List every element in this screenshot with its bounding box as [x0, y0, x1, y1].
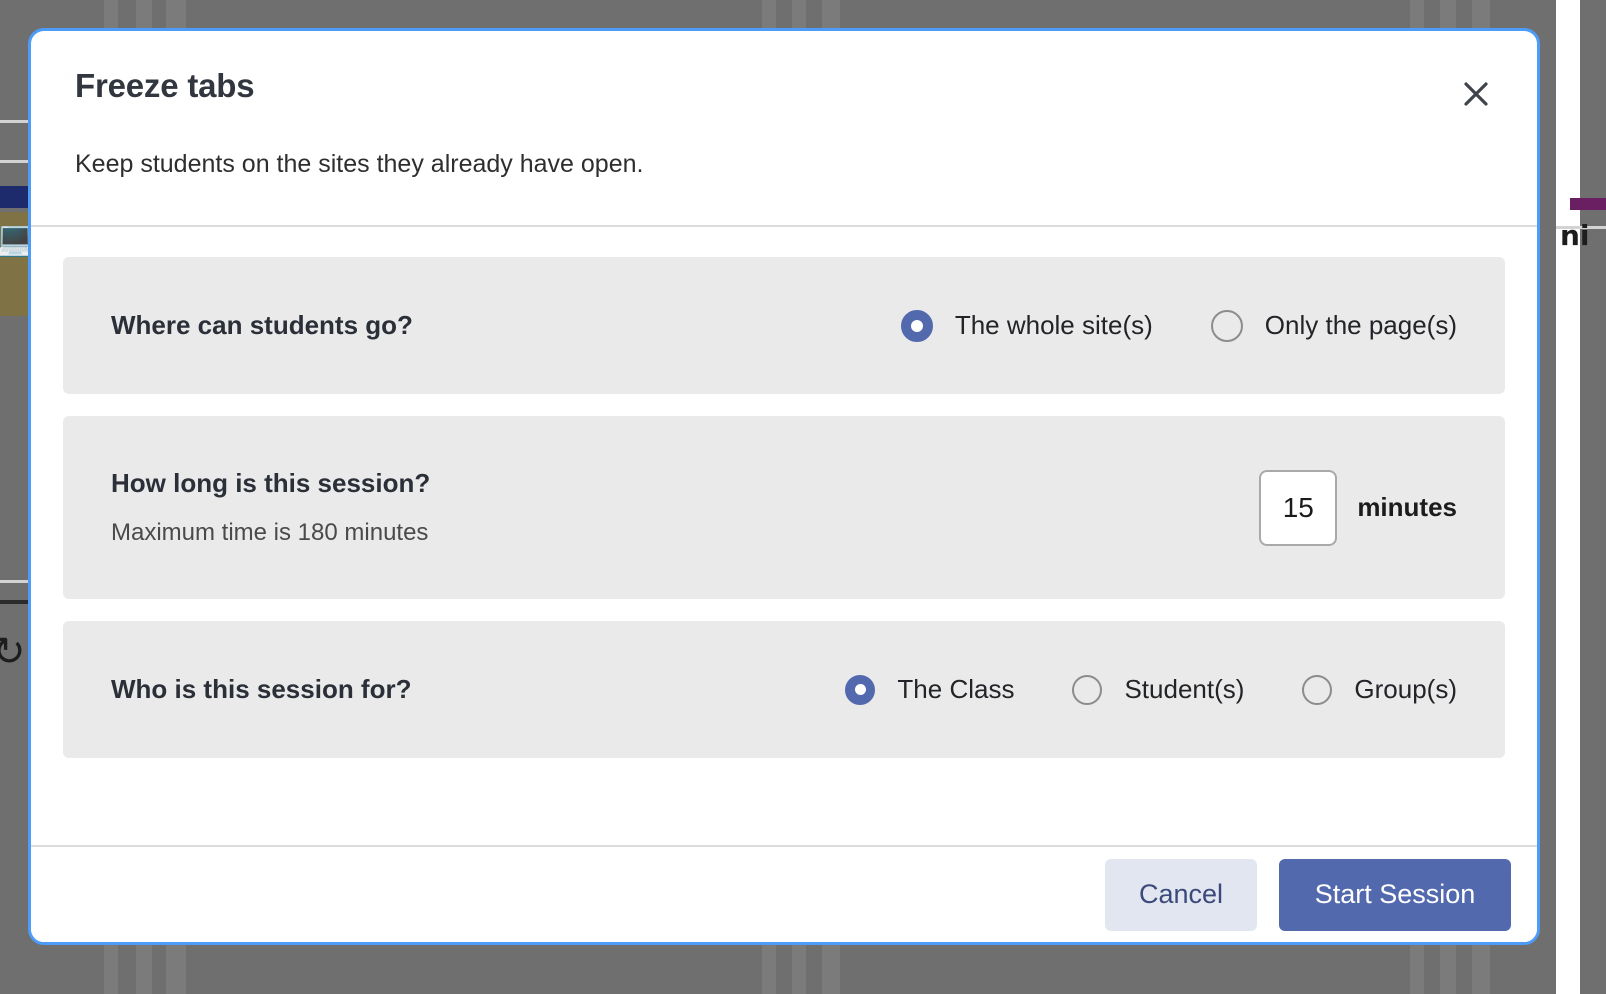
section-label: How long is this session? [111, 468, 431, 498]
radio-label: Only the page(s) [1264, 310, 1457, 340]
dialog-subtitle: Keep students on the sites they already … [75, 150, 644, 178]
radio-option-whole-sites[interactable]: The whole site(s) [900, 309, 1153, 342]
dialog-title: Freeze tabs [75, 67, 255, 104]
backdrop-rule [0, 600, 30, 604]
dialog-body: Where can students go? The whole site(s)… [31, 227, 1537, 758]
radio-indicator[interactable] [1210, 309, 1243, 342]
radio-label: Group(s) [1354, 674, 1457, 704]
radio-option-students[interactable]: Student(s) [1072, 674, 1244, 705]
backdrop-navy-band [0, 186, 30, 208]
cancel-button[interactable]: Cancel [1105, 858, 1257, 931]
close-button[interactable] [1455, 73, 1497, 115]
radio-indicator[interactable] [900, 309, 933, 342]
radio-group-scope: The whole site(s) Only the page(s) [900, 309, 1457, 342]
freeze-tabs-dialog: Freeze tabs Keep students on the sites t… [28, 28, 1540, 945]
backdrop-rule [0, 580, 30, 583]
radio-indicator[interactable] [1072, 674, 1103, 705]
duration-control: minutes [1259, 469, 1457, 546]
section-where-can-students-go: Where can students go? The whole site(s)… [63, 257, 1505, 394]
backdrop-rule [0, 120, 30, 123]
radio-option-groups[interactable]: Group(s) [1302, 674, 1457, 705]
radio-option-the-class[interactable]: The Class [845, 674, 1014, 705]
radio-option-only-pages[interactable]: Only the page(s) [1210, 309, 1457, 342]
close-icon [1462, 80, 1490, 108]
dialog-header: Freeze tabs Keep students on the sites t… [31, 31, 1537, 225]
backdrop-text-fragment: ni [1560, 219, 1590, 252]
radio-label: Student(s) [1124, 674, 1245, 704]
minutes-unit-label: minutes [1357, 492, 1457, 522]
radio-label: The whole site(s) [954, 310, 1153, 340]
section-label: Where can students go? [111, 310, 413, 340]
radio-indicator[interactable] [1302, 674, 1333, 705]
section-sublabel: Maximum time is 180 minutes [111, 519, 429, 546]
radio-group-audience: The Class Student(s) Group(s) [845, 674, 1457, 705]
backdrop-rule [0, 160, 30, 163]
section-label: Who is this session for? [111, 674, 412, 704]
backdrop-purple-band [1570, 198, 1606, 210]
section-session-duration: How long is this session? Maximum time i… [63, 416, 1505, 599]
radio-indicator[interactable] [845, 674, 876, 705]
backdrop-band [1580, 0, 1606, 994]
start-session-button[interactable]: Start Session [1279, 858, 1511, 931]
minutes-input[interactable] [1259, 469, 1338, 546]
refresh-icon: ↻ [0, 629, 26, 675]
radio-label: The Class [897, 674, 1015, 704]
section-session-audience: Who is this session for? The Class Stude… [63, 621, 1505, 758]
dialog-footer: Cancel Start Session [31, 847, 1537, 942]
